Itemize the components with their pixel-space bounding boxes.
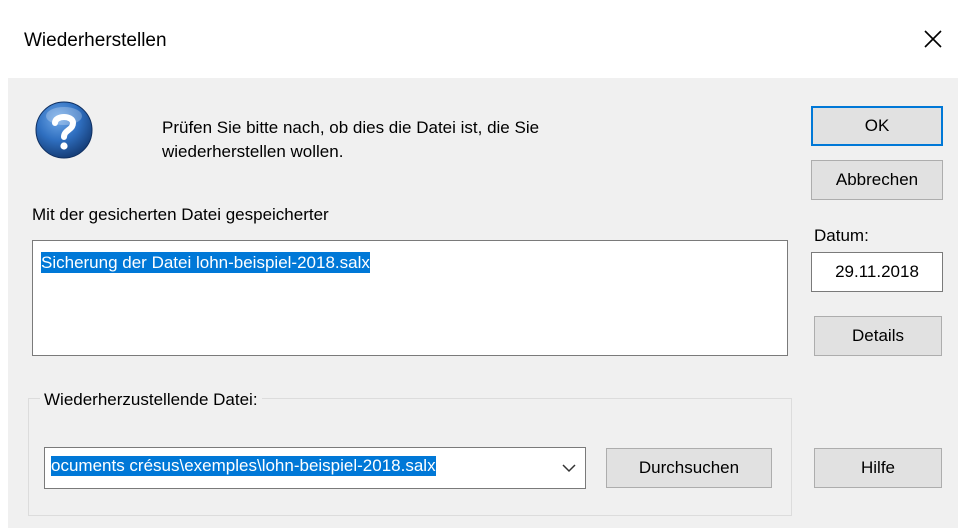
confirmation-message: Prüfen Sie bitte nach, ob dies die Datei… xyxy=(162,116,722,164)
saved-info-label: Mit der gesicherten Datei gespeicherter xyxy=(32,205,329,224)
restore-file-path: ocuments crésus\exemples\lohn-beispiel-2… xyxy=(51,456,436,476)
message-line-2: wiederherstellen wollen. xyxy=(162,142,344,161)
close-icon[interactable] xyxy=(918,24,948,54)
restore-file-combobox[interactable]: ocuments crésus\exemples\lohn-beispiel-2… xyxy=(44,447,586,489)
window-edge xyxy=(0,78,8,528)
chevron-down-icon[interactable] xyxy=(561,460,577,476)
question-icon xyxy=(34,100,94,160)
help-button[interactable]: Hilfe xyxy=(814,448,942,488)
date-field: 29.11.2018 xyxy=(811,252,943,292)
ok-button[interactable]: OK xyxy=(811,106,943,146)
title-bar: Wiederherstellen xyxy=(0,0,958,78)
date-label: Datum: xyxy=(814,226,869,245)
browse-button[interactable]: Durchsuchen xyxy=(606,448,772,488)
date-value: 29.11.2018 xyxy=(835,262,919,281)
restore-file-label: Wiederherzustellende Datei: xyxy=(40,390,262,410)
saved-info-textarea[interactable]: Sicherung der Datei lohn-beispiel-2018.s… xyxy=(32,240,788,356)
window-title: Wiederherstellen xyxy=(24,30,167,51)
saved-info-text: Sicherung der Datei lohn-beispiel-2018.s… xyxy=(41,252,370,273)
details-button[interactable]: Details xyxy=(814,316,942,356)
cancel-button[interactable]: Abbrechen xyxy=(811,160,943,200)
message-line-1: Prüfen Sie bitte nach, ob dies die Datei… xyxy=(162,118,540,137)
